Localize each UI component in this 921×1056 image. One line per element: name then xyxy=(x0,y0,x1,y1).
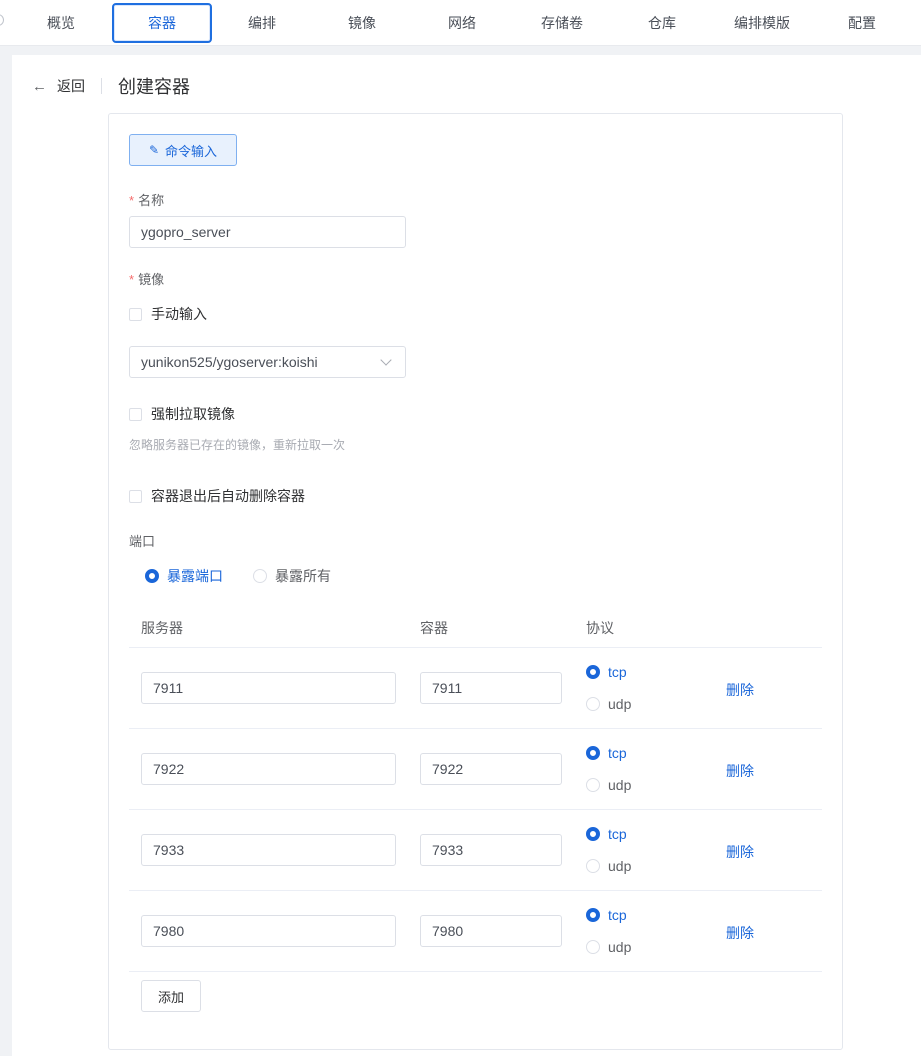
server-port-input[interactable]: 7933 xyxy=(141,834,396,866)
server-port-input[interactable]: 7911 xyxy=(141,672,396,704)
checkbox-box[interactable] xyxy=(129,407,142,421)
server-port-input[interactable]: 7980 xyxy=(141,915,396,947)
manual-input-checkbox[interactable]: 手动输入 xyxy=(129,304,207,324)
radio-tcp[interactable]: tcp xyxy=(586,907,627,923)
tab-networks[interactable]: 网络 xyxy=(412,3,512,43)
delete-row-link[interactable]: 删除 xyxy=(726,923,754,943)
radio-expose-ports[interactable]: 暴露端口 xyxy=(145,566,223,586)
tab-overview[interactable]: 概览 xyxy=(11,3,111,43)
auto-remove-checkbox[interactable]: 容器退出后自动删除容器 xyxy=(129,486,305,506)
container-port-input[interactable]: 7922 xyxy=(420,753,562,785)
col-protocol: 协议 xyxy=(586,620,614,636)
add-port-button[interactable]: 添加 xyxy=(141,980,201,1012)
checkbox-box[interactable] xyxy=(129,489,142,503)
radio-checked-icon[interactable] xyxy=(145,569,159,583)
page-header: ← 返回 创建容器 xyxy=(32,73,190,99)
col-container: 容器 xyxy=(420,620,448,636)
image-select-value: yunikon525/ygoserver:koishi xyxy=(141,354,318,370)
tab-containers[interactable]: 容器 xyxy=(112,3,212,43)
radio-unchecked-icon[interactable] xyxy=(586,940,600,954)
radio-checked-icon[interactable] xyxy=(586,908,600,922)
radio-unchecked-icon[interactable] xyxy=(586,697,600,711)
image-label: * 镜像 xyxy=(129,272,165,287)
delete-row-link[interactable]: 删除 xyxy=(726,842,754,862)
required-mark: * xyxy=(129,272,135,287)
page-content: ← 返回 创建容器 ✎ 命令输入 * 名称 ygopro_server * 镜像 手… xyxy=(12,55,921,1056)
col-server: 服务器 xyxy=(141,620,183,636)
chevron-down-icon xyxy=(380,353,392,366)
container-port-input[interactable]: 7980 xyxy=(420,915,562,947)
header-divider xyxy=(101,78,102,94)
back-button[interactable]: ← 返回 xyxy=(32,76,85,96)
container-port-input[interactable]: 7911 xyxy=(420,672,562,704)
radio-udp[interactable]: udp xyxy=(586,939,631,955)
table-row: 7933 7933 tcp udp 删除 xyxy=(129,810,822,891)
expose-all-label: 暴露所有 xyxy=(275,568,331,584)
arrow-left-icon: ← xyxy=(32,77,47,95)
create-container-form: ✎ 命令输入 * 名称 ygopro_server * 镜像 手动输入 yuniko… xyxy=(108,113,843,1050)
auto-remove-label: 容器退出后自动删除容器 xyxy=(151,488,305,504)
back-label: 返回 xyxy=(57,78,85,94)
radio-tcp[interactable]: tcp xyxy=(586,664,627,680)
force-pull-checkbox[interactable]: 强制拉取镜像 xyxy=(129,404,235,424)
tab-compose-templates[interactable]: 编排模版 xyxy=(712,3,812,43)
required-mark: * xyxy=(129,193,135,208)
radio-checked-icon[interactable] xyxy=(586,827,600,841)
manual-input-label: 手动输入 xyxy=(151,306,207,322)
radio-tcp[interactable]: tcp xyxy=(586,826,627,842)
name-input[interactable]: ygopro_server xyxy=(129,216,406,248)
table-row: 7911 7911 tcp udp 删除 xyxy=(129,648,822,729)
table-row: 7980 7980 tcp udp 删除 xyxy=(129,891,822,972)
radio-udp[interactable]: udp xyxy=(586,858,631,874)
tab-repositories[interactable]: 仓库 xyxy=(612,3,712,43)
server-port-input[interactable]: 7922 xyxy=(141,753,396,785)
checkbox-box[interactable] xyxy=(129,307,142,321)
radio-checked-icon[interactable] xyxy=(586,665,600,679)
command-input-button[interactable]: ✎ 命令输入 xyxy=(129,134,237,166)
radio-unchecked-icon[interactable] xyxy=(586,859,600,873)
radio-udp[interactable]: udp xyxy=(586,696,631,712)
table-row: 7922 7922 tcp udp 删除 xyxy=(129,729,822,810)
tab-images[interactable]: 镜像 xyxy=(312,3,412,43)
tab-compose[interactable]: 编排 xyxy=(212,3,312,43)
command-input-label: 命令输入 xyxy=(165,143,218,159)
top-nav: 概览 容器 编排 镜像 网络 存储卷 仓库 编排模版 配置 xyxy=(0,0,921,46)
force-pull-hint: 忽略服务器已存在的镜像，重新拉取一次 xyxy=(129,438,346,452)
expose-ports-label: 暴露端口 xyxy=(167,568,223,584)
ports-label: 端口 xyxy=(129,534,156,549)
force-pull-label: 强制拉取镜像 xyxy=(151,406,235,422)
pencil-icon: ✎ xyxy=(148,143,160,157)
image-select[interactable]: yunikon525/ygoserver:koishi xyxy=(129,346,406,378)
radio-unchecked-icon[interactable] xyxy=(253,569,267,583)
delete-row-link[interactable]: 删除 xyxy=(726,680,754,700)
container-port-input[interactable]: 7933 xyxy=(420,834,562,866)
radio-checked-icon[interactable] xyxy=(586,746,600,760)
delete-row-link[interactable]: 删除 xyxy=(726,761,754,781)
name-label: * 名称 xyxy=(129,193,165,208)
radio-udp[interactable]: udp xyxy=(586,777,631,793)
radio-tcp[interactable]: tcp xyxy=(586,745,627,761)
radio-expose-all[interactable]: 暴露所有 xyxy=(253,566,331,586)
tab-volumes[interactable]: 存储卷 xyxy=(512,3,612,43)
nav-edge-circle xyxy=(0,14,4,26)
tab-config[interactable]: 配置 xyxy=(812,3,912,43)
page-title: 创建容器 xyxy=(118,77,190,97)
radio-unchecked-icon[interactable] xyxy=(586,778,600,792)
ports-table-header: 服务器 容器 协议 xyxy=(129,608,822,648)
